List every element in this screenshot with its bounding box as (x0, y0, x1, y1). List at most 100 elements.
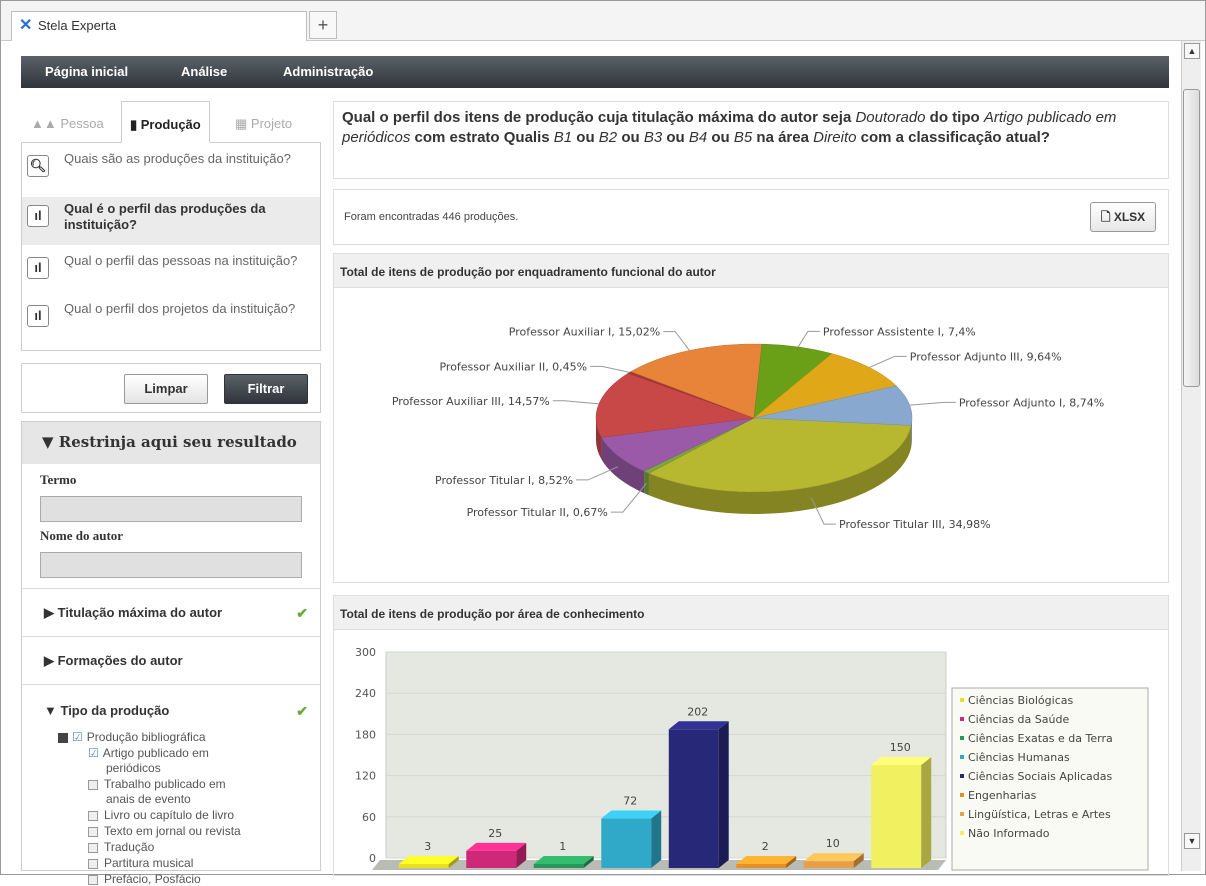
bar[interactable] (803, 861, 854, 868)
pie-label: Professor Titular I, 8,52% (435, 474, 573, 487)
checkbox[interactable] (88, 858, 98, 869)
xlsx-export-button[interactable]: 🗋 XLSX (1090, 202, 1156, 232)
pie-label: Professor Auxiliar II, 0,45% (439, 360, 587, 373)
tree-node-score[interactable]: Partitura musical (88, 856, 193, 870)
y-tick-label: 60 (362, 811, 376, 824)
filter-panel: ▼ Restrinja aqui seu resultado Termo Nom… (21, 421, 321, 886)
question-item-projects-profile[interactable]: ıl Qual o perfil dos projetos da institu… (22, 297, 320, 345)
checkbox[interactable] (88, 874, 98, 885)
check-icon: ✔ (296, 605, 308, 621)
legend-swatch (960, 717, 964, 721)
nav-admin[interactable]: Administração (283, 64, 373, 79)
bar-top (533, 856, 594, 864)
scroll-down-arrow-icon[interactable]: ▼ (1184, 833, 1200, 849)
collapse-icon[interactable] (58, 732, 68, 743)
legend-label: Não Informado (968, 827, 1050, 840)
bar-chart-icon: ıl (27, 305, 49, 327)
legend-swatch (960, 755, 964, 759)
tree-node-translation[interactable]: Tradução (88, 840, 154, 854)
bar-top (736, 856, 797, 864)
bar[interactable] (398, 864, 449, 868)
pie-chart: Professor Titular III, 34,98% Professor T… (392, 325, 1104, 531)
sidebar: ▲▲ Pessoa ▮ Produção ▦ Projeto 🔍︎ Quais … (21, 101, 321, 886)
section-tipo-producao[interactable]: ▼ Tipo da produção ✔ (22, 684, 320, 719)
pie-chart-panel: Total de itens de produção por enquadram… (333, 253, 1169, 583)
bar[interactable] (466, 850, 517, 868)
question-item-list-productions[interactable]: 🔍︎ Quais são as produções da instituição… (22, 147, 320, 195)
vertical-scrollbar[interactable]: ▲ ▼ (1181, 41, 1201, 871)
bar[interactable] (601, 818, 652, 868)
tree-node-book[interactable]: Livro ou capítulo de livro (88, 808, 234, 822)
book-icon: ▮ (130, 117, 141, 132)
pie-label: Professor Titular II, 0,67% (467, 506, 608, 519)
bar-top (601, 810, 662, 819)
legend-swatch (960, 698, 964, 702)
filter-button[interactable]: Filtrar (224, 374, 308, 404)
bar[interactable] (736, 864, 787, 868)
triangle-down-icon: ▼ (44, 703, 61, 718)
legend-label: Ciências Humanas (968, 751, 1070, 764)
filter-buttons: Limpar Filtrar (21, 363, 321, 413)
bar-chart: 0 60 120 180 240 300 3 25 1 72 202 2 10 150 Ciências B… (355, 646, 1149, 871)
scroll-thumb[interactable] (1183, 89, 1200, 387)
tree-node-bibliographic[interactable]: ☑ Produção bibliográfica (58, 730, 206, 744)
tab-bar: ✕ Stela Experta + (1, 1, 1205, 41)
bar-top (466, 842, 527, 851)
checkbox[interactable] (88, 826, 98, 837)
pie-label: Professor Auxiliar I, 15,02% (509, 326, 660, 339)
author-name-input[interactable] (40, 552, 302, 578)
tab-producao[interactable]: ▮ Produção (121, 101, 210, 143)
bar[interactable] (533, 864, 584, 868)
legend-swatch (960, 812, 964, 816)
legend-label: Ciências da Saúde (968, 713, 1069, 726)
question-item-productions-profile[interactable]: ıl Qual é o perfil das produções da inst… (22, 197, 320, 245)
y-tick-label: 240 (355, 687, 376, 700)
bar-value-label: 72 (623, 795, 637, 808)
nav-home[interactable]: Página inicial (45, 64, 128, 79)
bar[interactable] (668, 729, 719, 868)
page-title: Qual o perfil dos itens de produção cuja… (333, 101, 1169, 179)
pie-leader-line (797, 330, 820, 348)
term-label: Termo (40, 472, 77, 487)
new-tab-button[interactable]: + (309, 11, 337, 39)
tree-node-event-paper[interactable]: Trabalho publicado em (88, 777, 226, 791)
tab-pessoa[interactable]: ▲▲ Pessoa (31, 116, 104, 131)
sidebar-tabs: ▲▲ Pessoa ▮ Produção ▦ Projeto (21, 101, 321, 143)
bar-top (668, 721, 729, 730)
bar-top (398, 856, 459, 864)
checkbox-checked-icon[interactable]: ☑ (88, 746, 99, 760)
bar-value-label: 202 (687, 705, 708, 718)
bar-side (718, 721, 729, 868)
checkbox[interactable] (88, 842, 98, 853)
legend-label: Ciências Exatas e da Terra (968, 732, 1113, 745)
clear-button[interactable]: Limpar (124, 374, 208, 404)
checkbox-checked-icon[interactable]: ☑ (72, 730, 83, 744)
tree-node-newspaper[interactable]: Texto em jornal ou revista (88, 824, 241, 838)
question-item-people-profile[interactable]: ıl Qual o perfil das pessoas na institui… (22, 249, 320, 297)
person-icon: ▲▲ (31, 116, 61, 131)
legend: Ciências Biológicas Ciências da Saúde Ciên… (951, 687, 1149, 871)
section-formacoes[interactable]: ▶ Formações do autor (22, 636, 320, 684)
y-tick-label: 0 (369, 852, 376, 865)
bar-value-label: 150 (890, 741, 911, 754)
restrict-header[interactable]: ▼ Restrinja aqui seu resultado (22, 422, 320, 464)
term-input[interactable] (40, 496, 302, 522)
section-titulacao[interactable]: ▶ Titulação máxima do autor ✔ (22, 588, 320, 636)
bar[interactable] (871, 765, 922, 868)
bar-chart-panel: Total de itens de produção por área de c… (333, 595, 1169, 876)
pie-chart-title: Total de itens de produção por enquadram… (334, 254, 1168, 288)
author-name-label: Nome do autor (40, 528, 124, 543)
bar-top (803, 853, 864, 862)
tree-node-article[interactable]: ☑ Artigo publicado em (88, 746, 209, 760)
tree-node-preface[interactable]: Prefácio, Posfácio (88, 872, 201, 886)
tab-projeto[interactable]: ▦ Projeto (235, 116, 292, 132)
checkbox[interactable] (88, 810, 98, 821)
nav-analysis[interactable]: Análise (181, 64, 227, 79)
pie-side-1 (644, 471, 649, 496)
bar-value-label: 3 (424, 840, 431, 853)
checkbox[interactable] (88, 779, 98, 790)
browser-tab[interactable]: ✕ Stela Experta (11, 11, 307, 41)
question-list: 🔍︎ Quais são as produções da instituição… (21, 143, 321, 351)
scroll-up-arrow-icon[interactable]: ▲ (1184, 43, 1200, 59)
legend-swatch (960, 793, 964, 797)
